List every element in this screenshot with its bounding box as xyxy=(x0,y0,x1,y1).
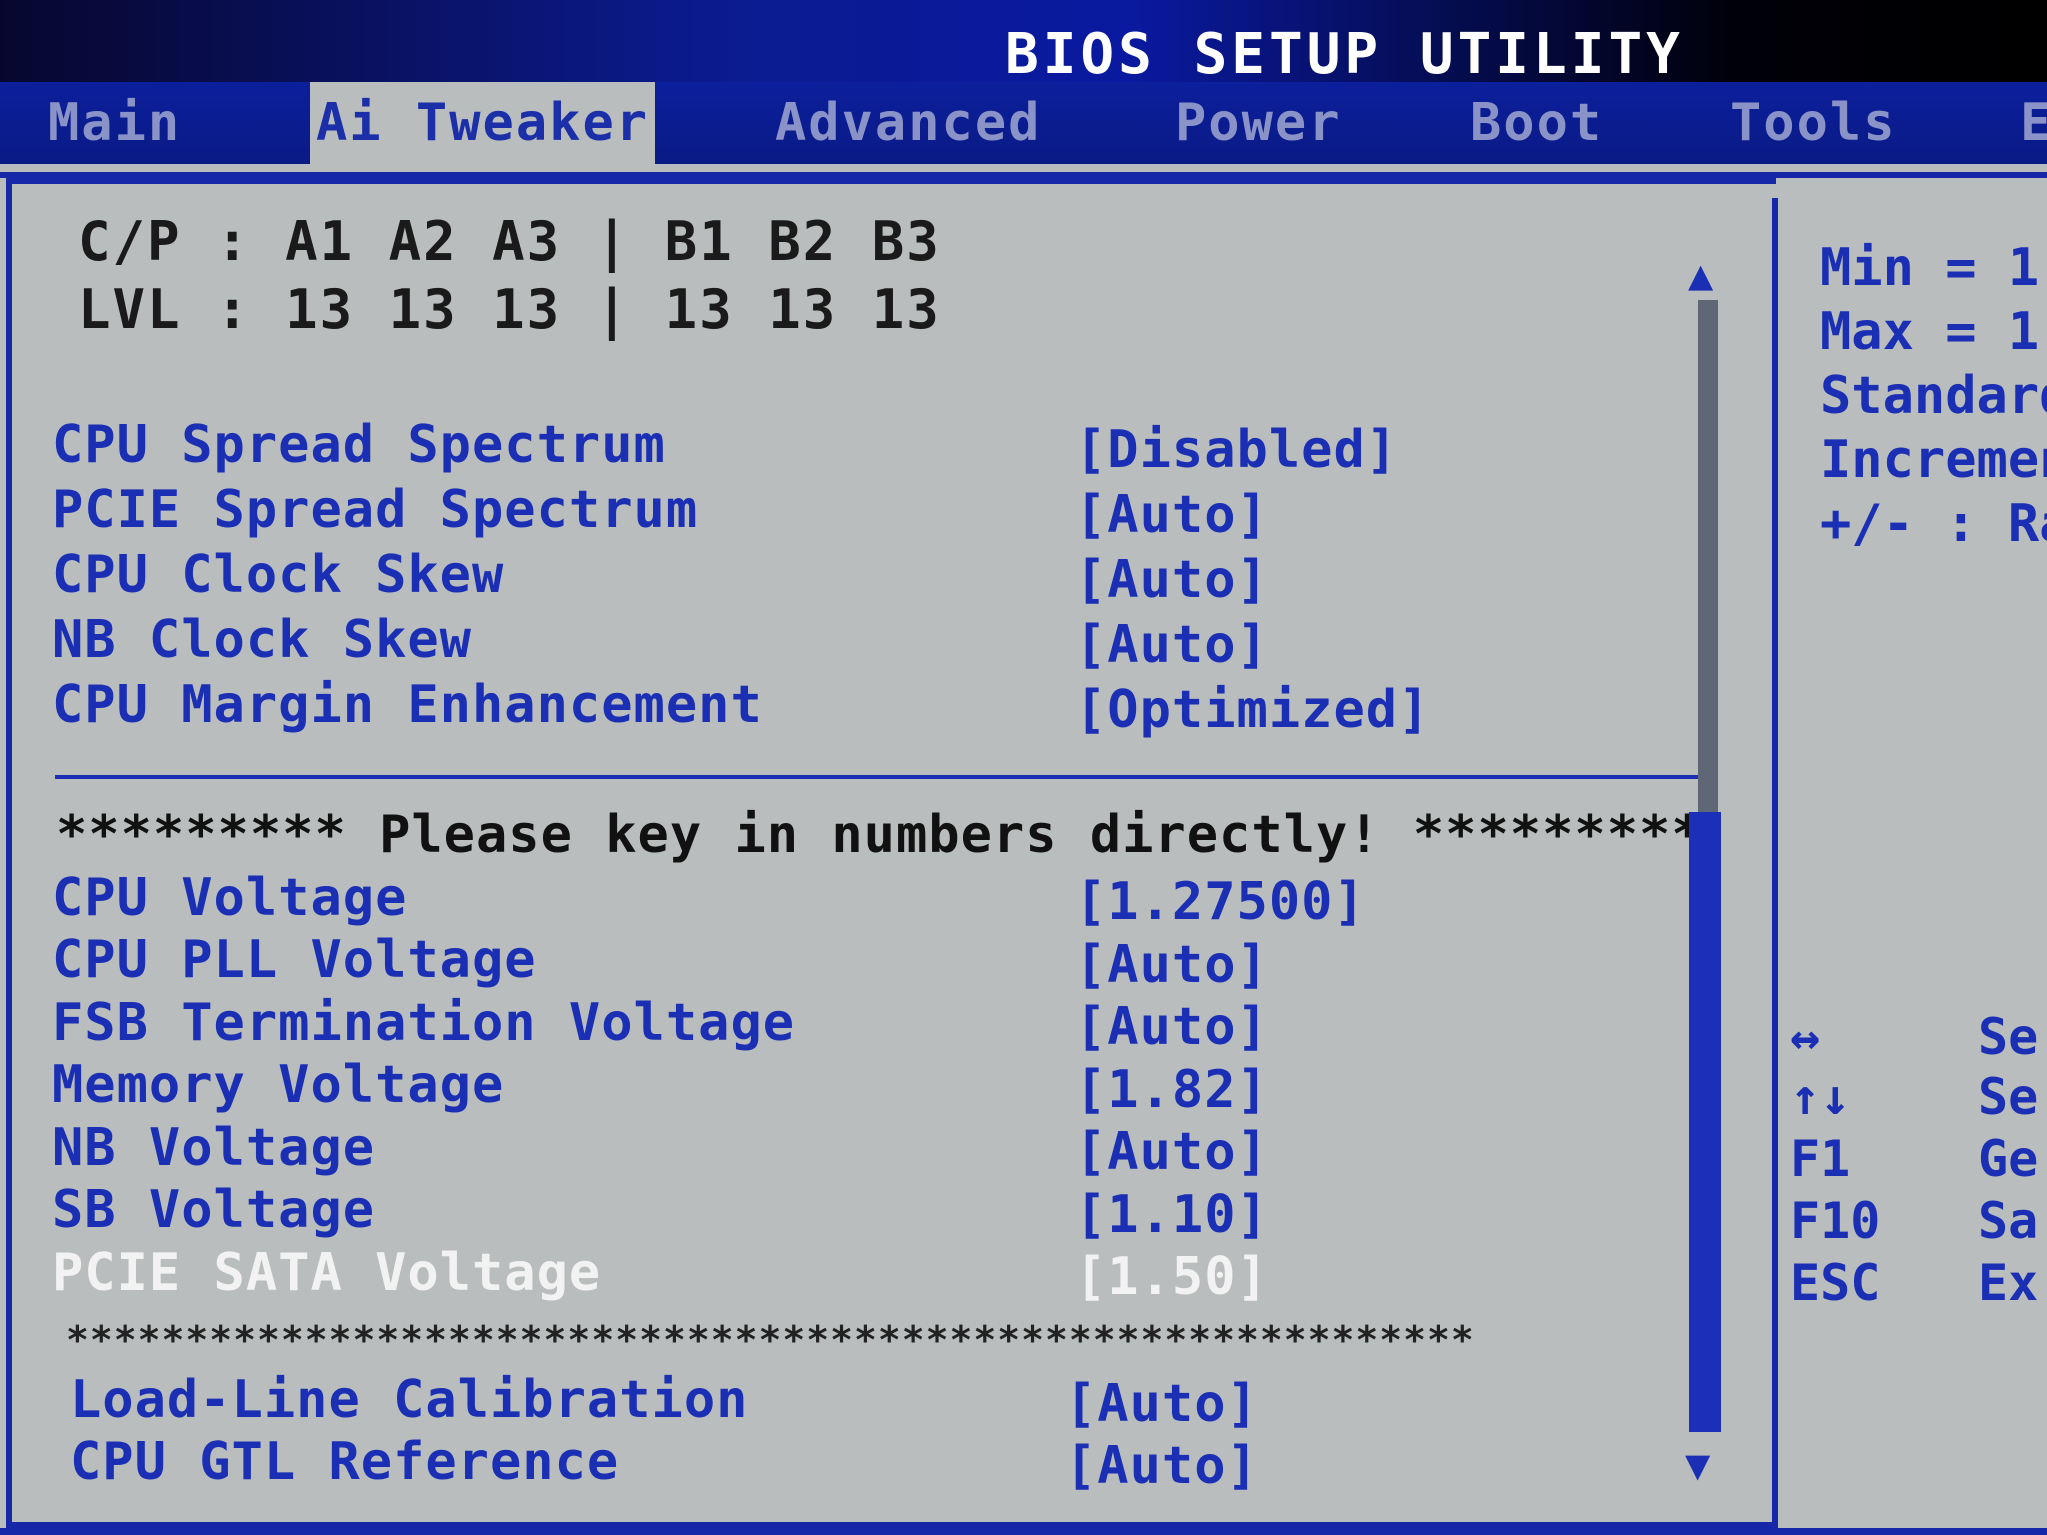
scrollbar-thumb[interactable] xyxy=(1689,812,1721,1432)
value-cpu-voltage[interactable]: [1.27500] xyxy=(1075,872,1366,932)
tab-tools[interactable]: Tools xyxy=(1730,82,1897,164)
lvl-row: LVL : 13 13 13 | 13 13 13 xyxy=(78,278,941,341)
setting-cpu-gtl-reference[interactable]: CPU GTL Reference xyxy=(70,1432,619,1492)
tab-ai-tweaker[interactable]: Ai Tweaker xyxy=(310,82,656,164)
help-standard: Standard xyxy=(1820,366,2047,426)
tab-exit[interactable]: E xyxy=(2020,82,2047,164)
setting-pcie-sata-voltage[interactable]: PCIE SATA Voltage xyxy=(52,1243,601,1303)
title-bar: BIOS SETUP UTILITY xyxy=(0,0,2047,87)
tab-main[interactable]: Main xyxy=(48,82,181,164)
help-min: Min = 1 xyxy=(1820,238,2040,298)
value-cpu-spread-spectrum[interactable]: [Disabled] xyxy=(1075,420,1398,480)
setting-cpu-clock-skew[interactable]: CPU Clock Skew xyxy=(52,545,504,605)
setting-cpu-voltage[interactable]: CPU Voltage xyxy=(52,868,407,928)
value-memory-voltage[interactable]: [1.82] xyxy=(1075,1060,1269,1120)
key-up-down-icon: ↑↓ xyxy=(1790,1068,1851,1126)
value-nb-voltage[interactable]: [Auto] xyxy=(1075,1122,1269,1182)
value-cpu-clock-skew[interactable]: [Auto] xyxy=(1075,550,1269,610)
help-max: Max = 1 xyxy=(1820,302,2040,362)
tab-power[interactable]: Power xyxy=(1175,82,1342,164)
key-left-right-icon: ↔ xyxy=(1790,1008,1821,1066)
panel-divider xyxy=(1772,198,1778,1528)
setting-memory-voltage[interactable]: Memory Voltage xyxy=(52,1055,504,1115)
key-f10: F10 xyxy=(1790,1192,1881,1250)
setting-sb-voltage[interactable]: SB Voltage xyxy=(52,1180,375,1240)
help-increment: Incremen xyxy=(1820,430,2047,490)
value-pcie-spread-spectrum[interactable]: [Auto] xyxy=(1075,485,1269,545)
key-up-down-desc: Se xyxy=(1978,1068,2039,1126)
setting-nb-voltage[interactable]: NB Voltage xyxy=(52,1118,375,1178)
value-load-line-calibration[interactable]: [Auto] xyxy=(1065,1374,1259,1434)
scroll-up-icon[interactable]: ▲ xyxy=(1688,250,1713,299)
value-cpu-pll-voltage[interactable]: [Auto] xyxy=(1075,935,1269,995)
value-cpu-gtl-reference[interactable]: [Auto] xyxy=(1065,1436,1259,1496)
scrollbar-track[interactable] xyxy=(1698,300,1718,812)
key-f1-desc: Ge xyxy=(1978,1130,2039,1188)
value-nb-clock-skew[interactable]: [Auto] xyxy=(1075,615,1269,675)
setting-fsb-termination-voltage[interactable]: FSB Termination Voltage xyxy=(52,993,795,1053)
value-fsb-termination-voltage[interactable]: [Auto] xyxy=(1075,997,1269,1057)
setting-pcie-spread-spectrum[interactable]: PCIE Spread Spectrum xyxy=(52,480,698,540)
help-range: +/- : Ra xyxy=(1820,494,2047,554)
tab-advanced[interactable]: Advanced xyxy=(775,82,1041,164)
setting-cpu-spread-spectrum[interactable]: CPU Spread Spectrum xyxy=(52,415,666,475)
instruction-note: ********* Please key in numbers directly… xyxy=(56,805,1704,865)
setting-load-line-calibration[interactable]: Load-Line Calibration xyxy=(70,1370,748,1430)
key-esc: ESC xyxy=(1790,1254,1881,1312)
setting-cpu-pll-voltage[interactable]: CPU PLL Voltage xyxy=(52,930,537,990)
bios-screen: BIOS SETUP UTILITY Main Ai Tweaker Advan… xyxy=(0,0,2047,1535)
key-f10-desc: Sa xyxy=(1978,1192,2039,1250)
bottom-border xyxy=(0,1528,2047,1535)
scroll-down-icon[interactable]: ▼ xyxy=(1685,1440,1710,1489)
key-left-right-desc: Se xyxy=(1978,1008,2039,1066)
stars-divider: ****************************************… xyxy=(66,1318,1475,1362)
section-divider xyxy=(55,775,1710,779)
tab-boot[interactable]: Boot xyxy=(1470,82,1603,164)
cp-row: C/P : A1 A2 A3 | B1 B2 B3 xyxy=(78,210,941,273)
setting-cpu-margin-enhancement[interactable]: CPU Margin Enhancement xyxy=(52,675,763,735)
window-title: BIOS SETUP UTILITY xyxy=(1005,22,1684,87)
key-f1: F1 xyxy=(1790,1130,1851,1188)
menu-bar: Main Ai Tweaker Advanced Power Boot Tool… xyxy=(0,82,2047,164)
setting-nb-clock-skew[interactable]: NB Clock Skew xyxy=(52,610,472,670)
value-sb-voltage[interactable]: [1.10] xyxy=(1075,1185,1269,1245)
value-cpu-margin-enhancement[interactable]: [Optimized] xyxy=(1075,680,1430,740)
key-esc-desc: Ex xyxy=(1978,1254,2039,1312)
value-pcie-sata-voltage[interactable]: [1.50] xyxy=(1075,1247,1269,1307)
